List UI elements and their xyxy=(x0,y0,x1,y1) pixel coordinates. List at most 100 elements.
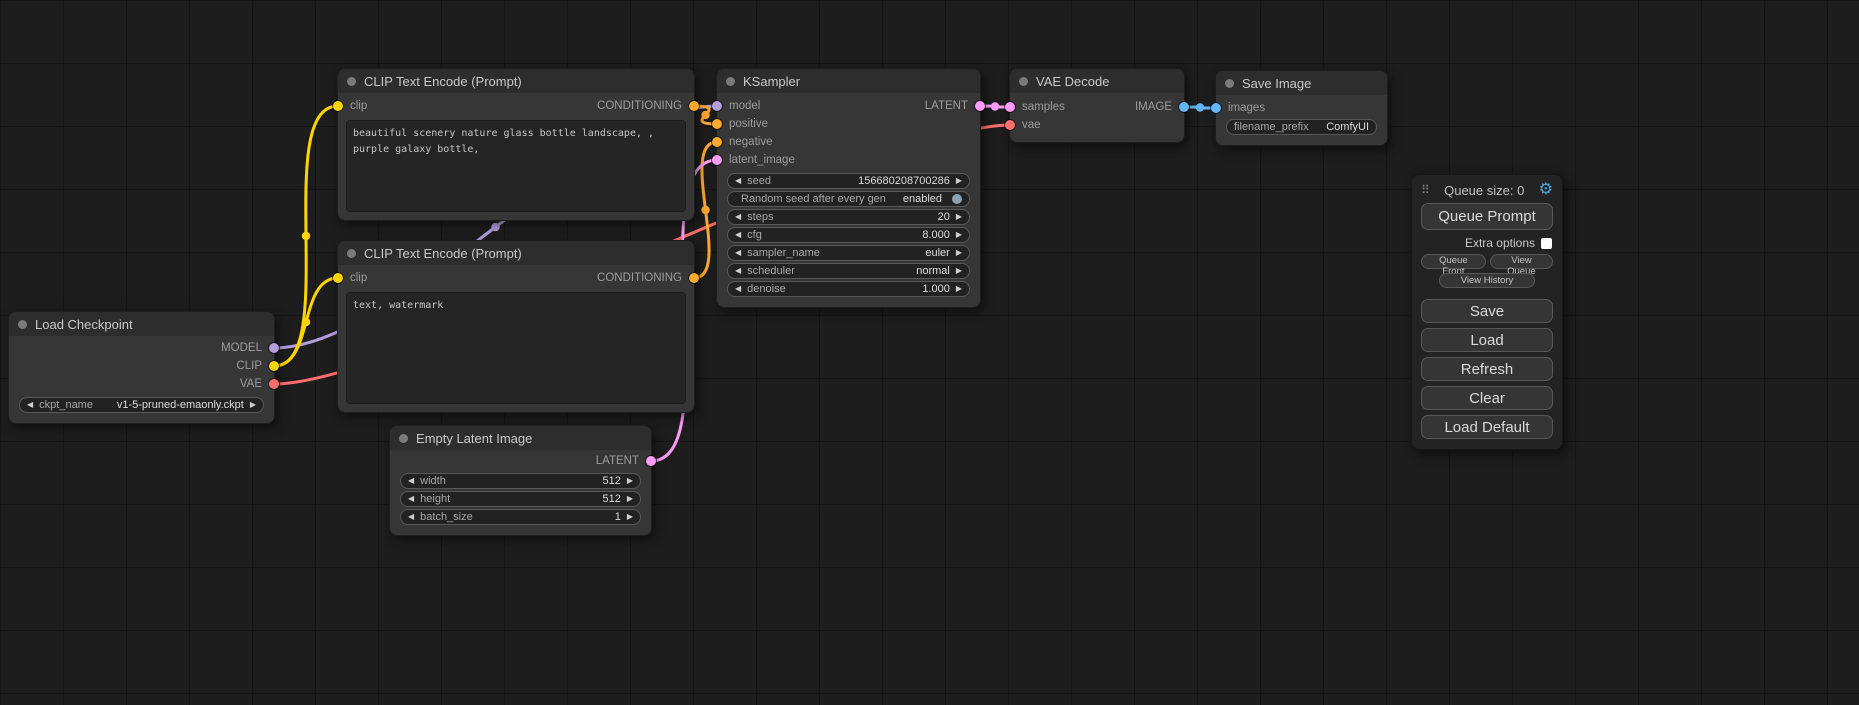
widget-sampler-name[interactable]: ◀ sampler_name euler ▶ xyxy=(727,245,970,261)
node-title: CLIP Text Encode (Prompt) xyxy=(364,74,522,89)
increment-arrow-icon[interactable]: ▶ xyxy=(956,249,962,257)
decrement-arrow-icon[interactable]: ◀ xyxy=(735,213,741,221)
decrement-arrow-icon[interactable]: ◀ xyxy=(735,231,741,239)
widget-value: ComfyUI xyxy=(1326,121,1369,133)
input-port-latent-image[interactable] xyxy=(712,155,722,165)
output-port-conditioning[interactable] xyxy=(689,101,699,111)
widget-filename-prefix[interactable]: filename_prefix ComfyUI xyxy=(1226,119,1377,135)
collapse-dot-icon[interactable] xyxy=(1019,77,1028,86)
output-port-latent[interactable] xyxy=(646,456,656,466)
widget-ckpt-name[interactable]: ◀ ckpt_name v1-5-pruned-emaonly.ckpt ▶ xyxy=(19,397,264,413)
node-title-bar[interactable]: Empty Latent Image xyxy=(390,426,651,450)
widget-denoise[interactable]: ◀ denoise 1.000 ▶ xyxy=(727,281,970,297)
increment-arrow-icon[interactable]: ▶ xyxy=(956,177,962,185)
input-port-clip[interactable] xyxy=(333,273,343,283)
widget-value: 1.000 xyxy=(922,283,950,295)
node-title-bar[interactable]: Load Checkpoint xyxy=(9,312,274,336)
widget-width[interactable]: ◀ width 512 ▶ xyxy=(400,473,641,489)
widget-value: 20 xyxy=(938,211,950,223)
output-slot-row: MODEL xyxy=(9,339,274,357)
output-port-latent[interactable] xyxy=(975,101,985,111)
collapse-dot-icon[interactable] xyxy=(399,434,408,443)
output-port-image[interactable] xyxy=(1179,102,1189,112)
negative-prompt-textarea[interactable]: text, watermark xyxy=(346,292,686,404)
widget-steps[interactable]: ◀ steps 20 ▶ xyxy=(727,209,970,225)
widget-height[interactable]: ◀ height 512 ▶ xyxy=(400,491,641,507)
node-clip-text-encode-positive[interactable]: CLIP Text Encode (Prompt) clip CONDITION… xyxy=(337,68,695,221)
queue-prompt-button[interactable]: Queue Prompt xyxy=(1421,203,1553,230)
slot-row: samples IMAGE xyxy=(1010,98,1184,116)
collapse-dot-icon[interactable] xyxy=(1225,79,1234,88)
slot-row: images xyxy=(1216,99,1387,117)
input-port-samples[interactable] xyxy=(1005,102,1015,112)
widget-cfg[interactable]: ◀ cfg 8.000 ▶ xyxy=(727,227,970,243)
settings-gear-icon[interactable]: ⚙ xyxy=(1539,182,1553,198)
refresh-button[interactable]: Refresh xyxy=(1421,357,1553,381)
increment-arrow-icon[interactable]: ▶ xyxy=(956,285,962,293)
widget-scheduler[interactable]: ◀ scheduler normal ▶ xyxy=(727,263,970,279)
toggle-indicator-icon[interactable] xyxy=(952,194,962,204)
widget-seed[interactable]: ◀ seed 156680208700286 ▶ xyxy=(727,173,970,189)
node-title-bar[interactable]: KSampler xyxy=(717,69,980,93)
input-port-negative[interactable] xyxy=(712,137,722,147)
increment-arrow-icon[interactable]: ▶ xyxy=(250,401,256,409)
input-port-clip[interactable] xyxy=(333,101,343,111)
decrement-arrow-icon[interactable]: ◀ xyxy=(735,267,741,275)
extra-options-checkbox[interactable] xyxy=(1541,238,1552,249)
output-port-model[interactable] xyxy=(269,343,279,353)
increment-arrow-icon[interactable]: ▶ xyxy=(956,231,962,239)
collapse-dot-icon[interactable] xyxy=(18,320,27,329)
increment-arrow-icon[interactable]: ▶ xyxy=(956,267,962,275)
node-load-checkpoint[interactable]: Load Checkpoint MODEL CLIP VAE ◀ ckpt_na… xyxy=(8,311,275,424)
node-title-bar[interactable]: CLIP Text Encode (Prompt) xyxy=(338,69,694,93)
node-ksampler[interactable]: KSampler model LATENT positive negative … xyxy=(716,68,981,308)
node-save-image[interactable]: Save Image images filename_prefix ComfyU… xyxy=(1215,70,1388,146)
view-queue-button[interactable]: View Queue xyxy=(1490,254,1553,269)
widget-batch-size[interactable]: ◀ batch_size 1 ▶ xyxy=(400,509,641,525)
node-title-bar[interactable]: VAE Decode xyxy=(1010,69,1184,93)
node-vae-decode[interactable]: VAE Decode samples IMAGE vae xyxy=(1009,68,1185,143)
drag-handle-icon[interactable]: ⠿ xyxy=(1421,183,1430,197)
node-title-bar[interactable]: CLIP Text Encode (Prompt) xyxy=(338,241,694,265)
node-title-bar[interactable]: Save Image xyxy=(1216,71,1387,95)
output-label-latent: LATENT xyxy=(596,455,639,467)
decrement-arrow-icon[interactable]: ◀ xyxy=(408,513,414,521)
extra-options-row: Extra options xyxy=(1421,236,1552,250)
load-default-button[interactable]: Load Default xyxy=(1421,415,1553,439)
decrement-arrow-icon[interactable]: ◀ xyxy=(408,495,414,503)
decrement-arrow-icon[interactable]: ◀ xyxy=(27,401,33,409)
decrement-arrow-icon[interactable]: ◀ xyxy=(735,249,741,257)
output-port-conditioning[interactable] xyxy=(689,273,699,283)
input-port-vae[interactable] xyxy=(1005,120,1015,130)
decrement-arrow-icon[interactable]: ◀ xyxy=(735,177,741,185)
output-port-vae[interactable] xyxy=(269,379,279,389)
load-button[interactable]: Load xyxy=(1421,328,1553,352)
widget-random-seed-toggle[interactable]: Random seed after every gen enabled xyxy=(727,191,970,207)
widget-value: normal xyxy=(916,265,950,277)
node-empty-latent-image[interactable]: Empty Latent Image LATENT ◀ width 512 ▶ … xyxy=(389,425,652,536)
node-title: Load Checkpoint xyxy=(35,317,133,332)
input-port-positive[interactable] xyxy=(712,119,722,129)
clear-button[interactable]: Clear xyxy=(1421,386,1553,410)
collapse-dot-icon[interactable] xyxy=(347,77,356,86)
decrement-arrow-icon[interactable]: ◀ xyxy=(408,477,414,485)
positive-prompt-textarea[interactable]: beautiful scenery nature glass bottle la… xyxy=(346,120,686,212)
save-button[interactable]: Save xyxy=(1421,299,1553,323)
view-history-button[interactable]: View History xyxy=(1439,273,1534,288)
slot-row: vae xyxy=(1010,116,1184,134)
decrement-arrow-icon[interactable]: ◀ xyxy=(735,285,741,293)
node-clip-text-encode-negative[interactable]: CLIP Text Encode (Prompt) clip CONDITION… xyxy=(337,240,695,413)
queue-panel: ⠿ Queue size: 0 ⚙ Queue Prompt Extra opt… xyxy=(1411,174,1563,450)
widget-name: ckpt_name xyxy=(39,399,93,411)
input-port-images[interactable] xyxy=(1211,103,1221,113)
increment-arrow-icon[interactable]: ▶ xyxy=(627,513,633,521)
slot-row: clip CONDITIONING xyxy=(338,96,694,116)
increment-arrow-icon[interactable]: ▶ xyxy=(956,213,962,221)
increment-arrow-icon[interactable]: ▶ xyxy=(627,477,633,485)
queue-front-button[interactable]: Queue Front xyxy=(1421,254,1486,269)
increment-arrow-icon[interactable]: ▶ xyxy=(627,495,633,503)
collapse-dot-icon[interactable] xyxy=(726,77,735,86)
output-port-clip[interactable] xyxy=(269,361,279,371)
collapse-dot-icon[interactable] xyxy=(347,249,356,258)
input-port-model[interactable] xyxy=(712,101,722,111)
